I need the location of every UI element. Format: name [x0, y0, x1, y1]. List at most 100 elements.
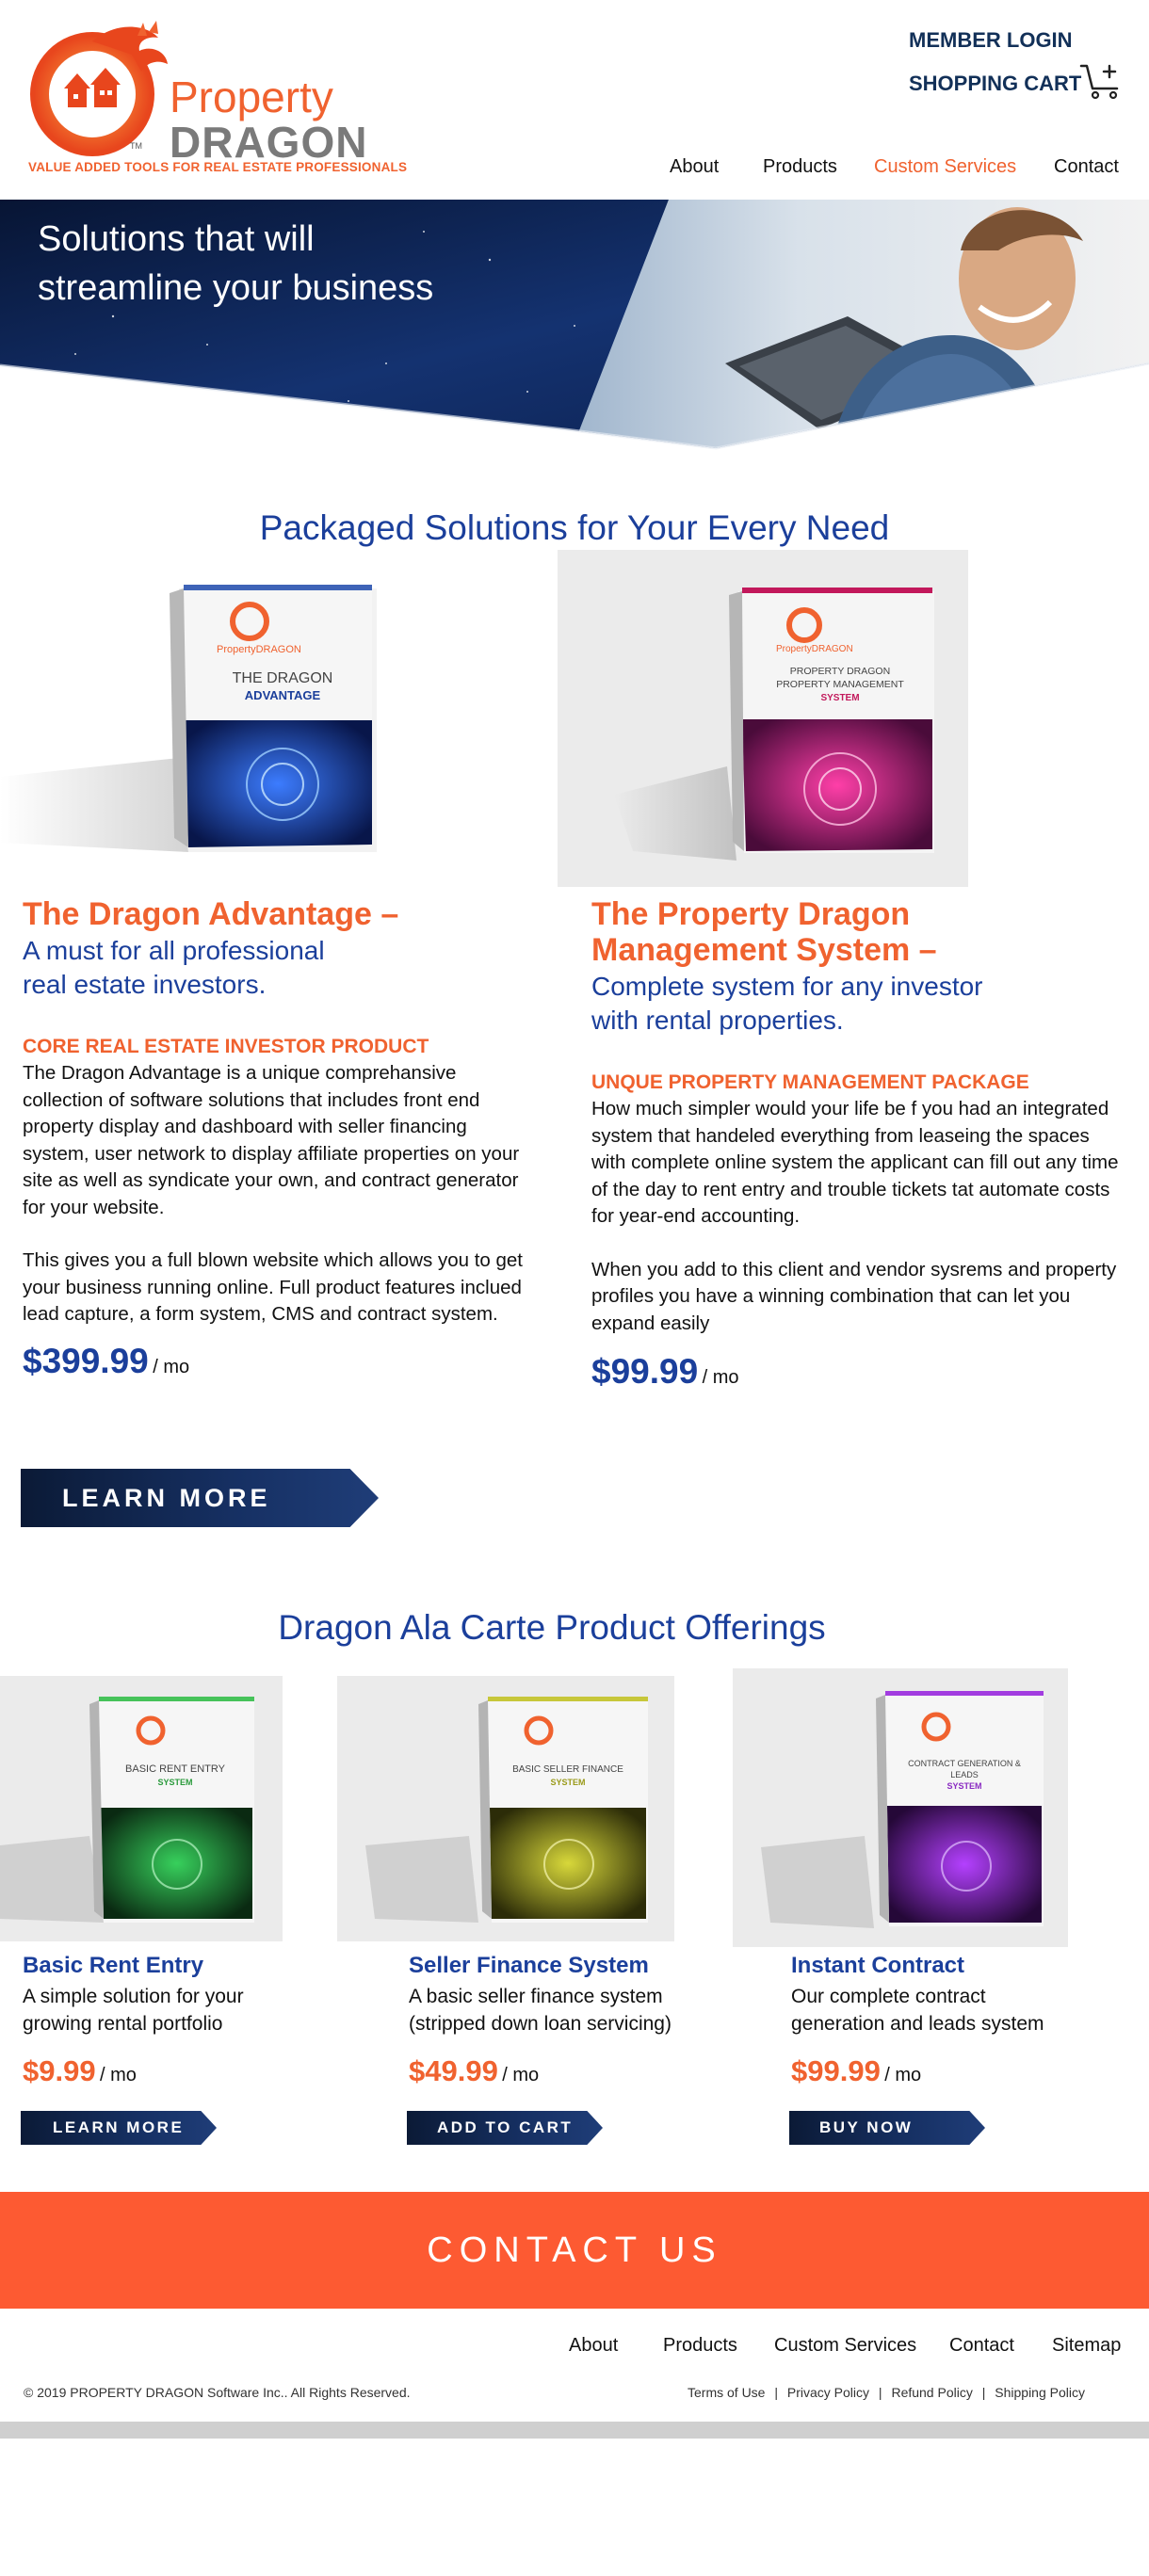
price-value: $99.99: [591, 1352, 699, 1391]
packaged-heading: Packaged Solutions for Your Every Need: [259, 508, 890, 547]
footer-nav-products[interactable]: Products: [663, 2335, 737, 2357]
price-value: $399.99: [23, 1341, 149, 1380]
legal-separator: |: [774, 2385, 778, 2400]
site-logo[interactable]: TM Property DRAGON VALUE ADDED TOOLS FOR…: [0, 0, 407, 188]
product-kicker: CORE REAL ESTATE INVESTOR PRODUCT: [23, 1036, 429, 1057]
learn-more-label: LEARN MORE: [62, 1483, 271, 1512]
hero-title-line1: Solutions that will: [38, 219, 315, 259]
svg-text:SYSTEM: SYSTEM: [157, 1778, 192, 1787]
box-line1: THE DRAGON: [233, 670, 333, 686]
legal-separator: |: [878, 2385, 882, 2400]
price-period: / mo: [884, 2065, 922, 2085]
logo-tagline: VALUE ADDED TOOLS FOR REAL ESTATE PROFES…: [28, 160, 408, 174]
button-label: BUY NOW: [819, 2118, 914, 2136]
privacy-policy-link[interactable]: Privacy Policy: [787, 2385, 869, 2400]
footer-bottom-bar: [0, 2422, 1149, 2439]
svg-text:PROPERTY DRAGON: PROPERTY DRAGON: [790, 666, 890, 677]
price-value: $99.99: [791, 2054, 881, 2087]
price-period: / mo: [100, 2065, 137, 2085]
svg-text:LEADS: LEADS: [950, 1770, 979, 1779]
learn-more-button[interactable]: LEARN MORE: [21, 1469, 379, 1527]
card-price: $99.99 / mo: [791, 2054, 1111, 2088]
svg-text:PropertyDRAGON: PropertyDRAGON: [776, 644, 853, 654]
footer-nav-custom-services[interactable]: Custom Services: [774, 2335, 916, 2357]
logo-word-property: Property: [170, 72, 333, 121]
card-desc-line2: generation and leads system: [791, 2013, 1044, 2035]
dragon-logo-icon: TM: [30, 21, 168, 156]
shipping-policy-link[interactable]: Shipping Policy: [995, 2385, 1085, 2400]
product-card-property-management: The Property Dragon Management System – …: [591, 896, 1119, 1392]
product-title: The Dragon Advantage –: [23, 896, 399, 932]
svg-text:CONTRACT GENERATION &: CONTRACT GENERATION &: [908, 1759, 1021, 1768]
product-subtitle-line1: Complete system for any investor: [591, 972, 983, 1001]
card-title: Instant Contract: [791, 1953, 965, 1978]
price-period: / mo: [153, 1356, 190, 1377]
price-period: / mo: [502, 2065, 540, 2085]
price-value: $9.99: [23, 2054, 96, 2087]
product-description-2: This gives you a full blown website whic…: [23, 1249, 523, 1325]
footer-nav-sitemap[interactable]: Sitemap: [1052, 2335, 1121, 2357]
shopping-cart-link[interactable]: SHOPPING CART: [909, 72, 1081, 96]
box-brand-text: PropertyDRAGON: [217, 644, 301, 655]
product-title-line2: Management System –: [591, 932, 937, 968]
terms-of-use-link[interactable]: Terms of Use: [688, 2385, 765, 2400]
svg-text:BASIC RENT ENTRY: BASIC RENT ENTRY: [125, 1763, 226, 1775]
product-card-dragon-advantage: The Dragon Advantage – A must for all pr…: [23, 896, 536, 1381]
box-line2: ADVANTAGE: [245, 688, 321, 702]
dragon-advantage-box-image: PropertyDRAGON THE DRAGON ADVANTAGE: [0, 585, 377, 852]
card-desc-line2: growing rental portfolio: [23, 2013, 223, 2035]
button-label: LEARN MORE: [53, 2118, 185, 2136]
product-kicker: UNQUE PROPERTY MANAGEMENT PACKAGE: [591, 1071, 1029, 1093]
product-subtitle-line1: A must for all professional: [23, 936, 325, 965]
hero-title: Solutions that will streamline your busi…: [38, 215, 527, 313]
ala-carte-card-seller-finance: Seller Finance System A basic seller fin…: [409, 1953, 748, 2088]
member-login-link[interactable]: MEMBER LOGIN: [909, 28, 1073, 53]
card-price: $49.99 / mo: [409, 2054, 748, 2088]
product-description: The Dragon Advantage is a unique compreh…: [23, 1062, 520, 1218]
svg-text:TM: TM: [130, 141, 142, 151]
basic-rent-entry-box-image: BASIC RENT ENTRY SYSTEM: [0, 1676, 283, 1941]
svg-text:SYSTEM: SYSTEM: [550, 1778, 585, 1787]
card-desc-line2: (stripped down loan servicing): [409, 2013, 672, 2035]
card-desc-line1: A simple solution for your: [23, 1986, 244, 2007]
ala-carte-card-instant-contract: Instant Contract Our complete contract g…: [791, 1953, 1111, 2088]
card-title: Seller Finance System: [409, 1953, 649, 1978]
hero-title-line2: streamline your business: [38, 268, 434, 308]
instant-contract-box-image: CONTRACT GENERATION & LEADS SYSTEM: [733, 1668, 1068, 1947]
ala-carte-card-basic-rent-entry: Basic Rent Entry A simple solution for y…: [23, 1953, 324, 2088]
card-desc-line1: Our complete contract: [791, 1986, 986, 2007]
product-description-2: When you add to this client and vendor s…: [591, 1258, 1117, 1334]
box-line2: SYSTEM: [820, 693, 859, 703]
property-management-box-image: PropertyDRAGON PROPERTY DRAGON PROPERTY …: [614, 588, 934, 861]
product-price: $99.99 / mo: [591, 1352, 1119, 1392]
footer-nav-contact[interactable]: Contact: [949, 2335, 1014, 2357]
product-subtitle-line2: with rental properties.: [591, 1006, 844, 1035]
price-value: $49.99: [409, 2054, 498, 2087]
contact-us-banner[interactable]: CONTACT US: [0, 2192, 1149, 2309]
add-to-cart-button[interactable]: ADD TO CART: [407, 2111, 603, 2145]
ala-carte-heading: Dragon Ala Carte Product Offerings: [278, 1608, 826, 1647]
svg-text:PROPERTY MANAGEMENT: PROPERTY MANAGEMENT: [776, 679, 904, 690]
contact-us-label: CONTACT US: [427, 2230, 722, 2270]
card-desc-line1: A basic seller finance system: [409, 1986, 663, 2007]
svg-text:SYSTEM: SYSTEM: [947, 1781, 981, 1791]
product-title-line1: The Property Dragon: [591, 896, 911, 932]
site-header: TM Property DRAGON VALUE ADDED TOOLS FOR…: [0, 0, 1149, 188]
legal-separator: |: [981, 2385, 986, 2400]
svg-text:BASIC SELLER FINANCE: BASIC SELLER FINANCE: [512, 1764, 623, 1775]
refund-policy-link[interactable]: Refund Policy: [891, 2385, 972, 2400]
copyright-text: © 2019 PROPERTY DRAGON Software Inc.. Al…: [24, 2385, 411, 2400]
cart-plus-icon[interactable]: [1079, 62, 1125, 102]
product-price: $399.99 / mo: [23, 1342, 536, 1381]
card-price: $9.99 / mo: [23, 2054, 324, 2088]
footer-nav-about[interactable]: About: [569, 2335, 618, 2357]
learn-more-button-small[interactable]: LEARN MORE: [21, 2111, 217, 2145]
button-label: ADD TO CART: [437, 2118, 574, 2136]
legal-links: Terms of Use | Privacy Policy | Refund P…: [688, 2385, 1085, 2400]
product-subtitle-line2: real estate investors.: [23, 970, 267, 999]
seller-finance-box-image: BASIC SELLER FINANCE SYSTEM: [337, 1676, 674, 1941]
product-description: How much simpler would your life be f yo…: [591, 1098, 1119, 1227]
price-period: / mo: [702, 1367, 739, 1388]
buy-now-button[interactable]: BUY NOW: [789, 2111, 985, 2145]
card-title: Basic Rent Entry: [23, 1953, 204, 1978]
